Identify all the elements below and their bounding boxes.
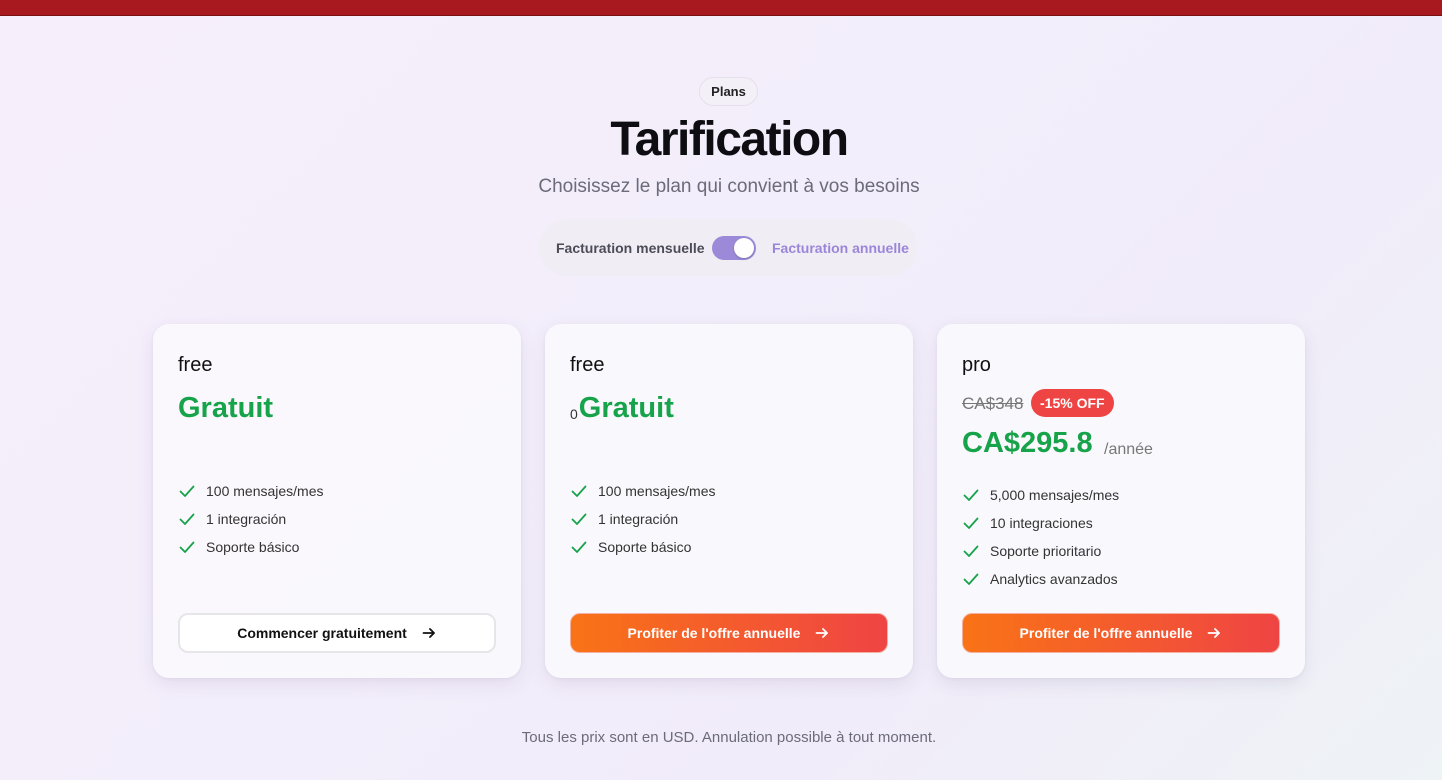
check-icon xyxy=(179,485,195,497)
feature-item: 10 integraciones xyxy=(962,509,1119,537)
billing-period-switch: Facturation mensuelle Facturation annuel… xyxy=(539,219,917,276)
feature-label: 5,000 mensajes/mes xyxy=(990,487,1120,503)
pricing-card-free-annual: free 0Gratuit 100 mensajes/mes 1 integra… xyxy=(545,324,913,678)
price-prefix: 0 xyxy=(570,406,578,422)
browser-bookmarks-bar xyxy=(0,0,1442,16)
check-icon xyxy=(963,517,979,529)
check-icon xyxy=(179,541,195,553)
check-icon xyxy=(571,513,587,525)
feature-list: 5,000 mensajes/mes 10 integraciones Sopo… xyxy=(962,481,1119,593)
page-subtitle: Choisissez le plan qui convient à vos be… xyxy=(538,176,920,197)
feature-label: Soporte básico xyxy=(206,539,300,555)
check-icon xyxy=(571,541,587,553)
pricing-footnote: Tous les prix sont en USD. Annulation po… xyxy=(521,729,937,746)
feature-label: 1 integración xyxy=(598,511,679,527)
plan-price: Gratuit xyxy=(178,392,274,424)
billing-annual-label[interactable]: Facturation annuelle xyxy=(772,240,909,256)
plans-badge: Plans xyxy=(699,77,758,106)
feature-label: Soporte prioritario xyxy=(990,543,1102,559)
feature-item: Soporte básico xyxy=(178,533,324,561)
check-icon xyxy=(963,489,979,501)
plan-price: 0Gratuit xyxy=(570,392,674,425)
billing-monthly-label[interactable]: Facturation mensuelle xyxy=(556,240,705,256)
feature-label: Soporte básico xyxy=(598,539,692,555)
feature-item: 100 mensajes/mes xyxy=(178,477,324,505)
feature-item: Soporte básico xyxy=(570,533,716,561)
plan-name: free xyxy=(570,354,605,376)
button-label: Profiter de l'offre annuelle xyxy=(627,625,801,641)
annual-offer-button[interactable]: Profiter de l'offre annuelle xyxy=(962,613,1280,653)
feature-label: 1 integración xyxy=(206,511,287,527)
feature-label: 10 integraciones xyxy=(990,515,1093,531)
feature-item: Analytics avanzados xyxy=(962,565,1119,593)
page-title: Tarification xyxy=(610,113,849,166)
feature-label: 100 mensajes/mes xyxy=(206,483,324,499)
pricing-card-free: free Gratuit 100 mensajes/mes 1 integrac… xyxy=(153,324,521,678)
original-price: CA$348 xyxy=(962,394,1024,413)
check-icon xyxy=(963,545,979,557)
check-icon xyxy=(571,485,587,497)
button-label: Commencer gratuitement xyxy=(237,625,407,641)
annual-offer-button[interactable]: Profiter de l'offre annuelle xyxy=(570,613,888,653)
feature-label: Analytics avanzados xyxy=(990,571,1118,587)
feature-item: 1 integración xyxy=(178,505,324,533)
toggle-knob xyxy=(734,238,754,258)
feature-item: Soporte prioritario xyxy=(962,537,1119,565)
plan-name: free xyxy=(178,354,213,376)
arrow-right-icon xyxy=(1208,628,1221,638)
discount-badge: -15% OFF xyxy=(1031,389,1114,417)
feature-item: 5,000 mensajes/mes xyxy=(962,481,1119,509)
check-icon xyxy=(963,573,979,585)
feature-label: 100 mensajes/mes xyxy=(598,483,716,499)
arrow-right-icon xyxy=(816,628,829,638)
button-label: Profiter de l'offre annuelle xyxy=(1019,625,1193,641)
price-period: /année xyxy=(1104,441,1153,458)
feature-list: 100 mensajes/mes 1 integración Soporte b… xyxy=(178,477,324,561)
arrow-right-icon xyxy=(422,628,435,638)
price-value: Gratuit xyxy=(578,392,674,424)
feature-item: 1 integración xyxy=(570,505,716,533)
start-free-button[interactable]: Commencer gratuitement xyxy=(178,613,496,653)
plan-name: pro xyxy=(962,354,991,376)
check-icon xyxy=(179,513,195,525)
feature-list: 100 mensajes/mes 1 integración Soporte b… xyxy=(570,477,716,561)
pricing-card-pro: pro CA$348 -15% OFF CA$295.8 /année 5,00… xyxy=(937,324,1305,678)
billing-toggle[interactable] xyxy=(712,236,756,260)
feature-item: 100 mensajes/mes xyxy=(570,477,716,505)
plan-price: CA$295.8 xyxy=(962,427,1093,459)
